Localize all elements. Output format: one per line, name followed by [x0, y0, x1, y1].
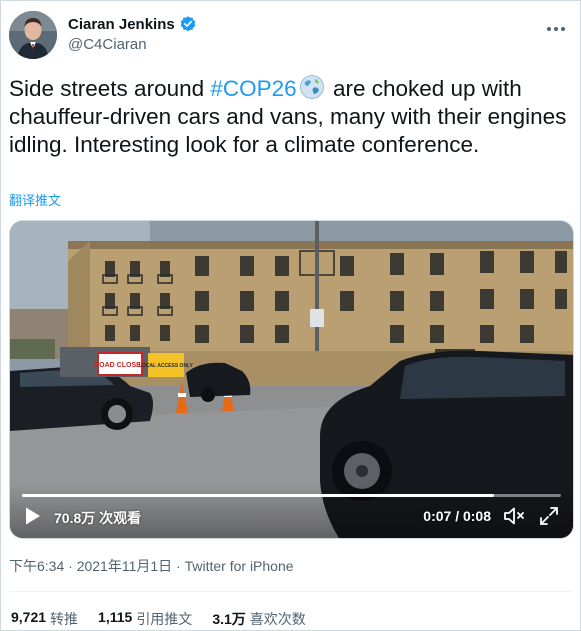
more-dots-icon[interactable] — [545, 19, 567, 39]
stat-quote-tweets-label: 引用推文 — [136, 611, 193, 627]
tweet-text: Side streets around #COP26 are choked up… — [9, 74, 569, 159]
hashtag-link[interactable]: #COP26 — [210, 76, 296, 101]
translate-tweet-link[interactable]: 翻译推文 — [9, 190, 61, 209]
video-progress-fill — [22, 494, 494, 497]
play-icon[interactable] — [24, 506, 42, 526]
avatar[interactable] — [9, 11, 57, 59]
stat-likes-label: 喜欢次数 — [249, 611, 306, 627]
tweet-stats: 9,721 转推 1,115 引用推文 3.1万 喜欢次数 — [11, 609, 306, 629]
stat-retweets-value: 9,721 — [11, 609, 47, 625]
name-row: Ciaran Jenkins — [68, 15, 197, 33]
video-time: 0:07 / 0:08 — [423, 508, 491, 524]
volume-icon[interactable] — [503, 506, 525, 526]
video-player[interactable]: ROAD CLOSED LOCAL ACCESS ONLY 70.8万 次观看 … — [9, 220, 574, 539]
tweet-header: Ciaran Jenkins @C4Ciaran — [9, 11, 573, 63]
author-block: Ciaran Jenkins @C4Ciaran — [68, 15, 197, 53]
divider — [9, 591, 572, 592]
stat-quote-tweets-value: 1,115 — [98, 609, 133, 625]
stat-retweets[interactable]: 9,721 转推 — [11, 609, 78, 629]
stat-likes[interactable]: 3.1万 喜欢次数 — [212, 609, 305, 629]
verified-badge-icon — [179, 15, 197, 33]
video-view-count: 70.8万 次观看 — [54, 510, 142, 526]
tweet-text-before: Side streets around — [9, 76, 211, 101]
stat-likes-value: 3.1万 — [212, 611, 246, 627]
stat-retweets-label: 转推 — [50, 611, 79, 627]
fullscreen-icon[interactable] — [539, 506, 559, 526]
video-controls: 70.8万 次观看 0:07 / 0:08 — [10, 484, 573, 538]
sign-local-access: LOCAL ACCESS ONLY — [139, 363, 194, 369]
video-progress-bar[interactable] — [22, 494, 561, 497]
tweet-timestamp[interactable]: 下午6:34 · 2021年11月1日 · Twitter for iPhone — [9, 556, 294, 576]
author-handle[interactable]: @C4Ciaran — [68, 36, 197, 53]
globe-emoji-icon — [299, 74, 325, 100]
stat-quote-tweets[interactable]: 1,115 引用推文 — [98, 609, 192, 629]
author-display-name[interactable]: Ciaran Jenkins — [68, 16, 175, 33]
tweet-card: Ciaran Jenkins @C4Ciaran Side streets ar… — [0, 0, 581, 631]
